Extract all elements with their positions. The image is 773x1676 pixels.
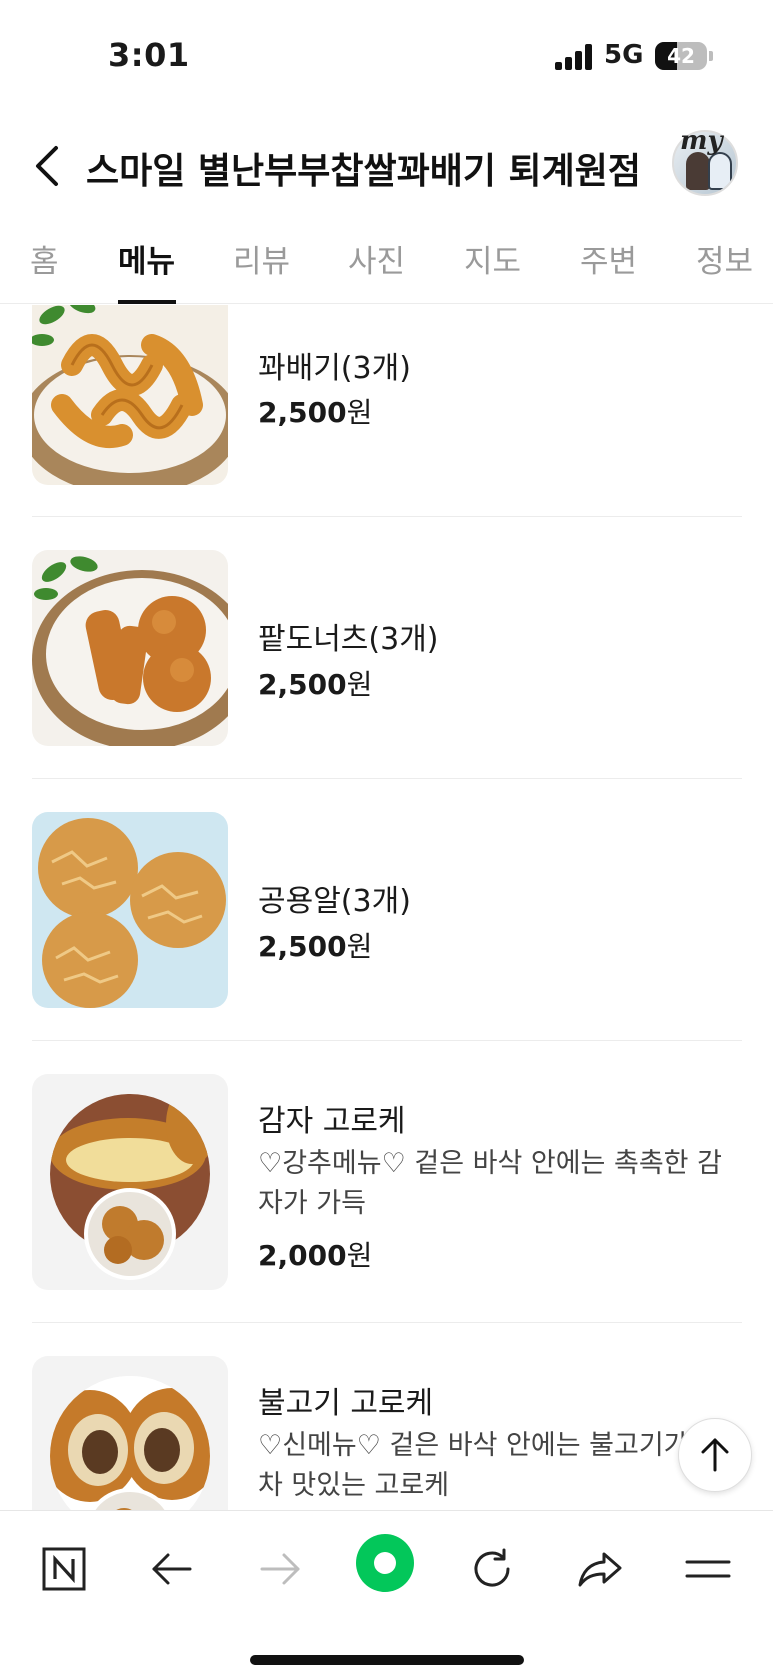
battery-icon: 42 xyxy=(655,42,707,70)
arrow-left-icon xyxy=(152,1553,192,1585)
arrow-right-icon xyxy=(260,1553,300,1585)
potato-croquette-photo xyxy=(32,1074,228,1290)
tab-bar: 홈 메뉴 리뷰 사진 지도 주변 정보 xyxy=(0,228,773,304)
signal-strength-icon xyxy=(555,44,595,70)
arrow-up-icon xyxy=(701,1438,729,1472)
menu-item-price: 2,000원 xyxy=(258,1239,373,1272)
menu-list[interactable]: 꽈배기(3개) 2,500원 팥도너츠(3개) 2,500원 공용알(3개) 2… xyxy=(0,305,773,1510)
menu-item-name: 꽈배기(3개) xyxy=(258,351,411,386)
bulgogi-croquette-photo xyxy=(32,1356,228,1510)
status-time: 3:01 xyxy=(108,36,190,74)
menu-button[interactable] xyxy=(680,1541,736,1597)
menu-item-price: 2,500원 xyxy=(258,668,373,701)
place-header: 스마일 별난부부찹쌀꽈배기 퇴계원점 my xyxy=(0,120,773,210)
tab-review[interactable]: 리뷰 xyxy=(233,236,290,281)
menu-item-name: 불고기 고로케 xyxy=(258,1386,434,1421)
browser-back-button[interactable] xyxy=(144,1541,200,1597)
status-bar: 3:01 5G 42 xyxy=(0,0,773,110)
menu-item-name: 팥도너츠(3개) xyxy=(258,622,439,657)
share-button[interactable] xyxy=(572,1541,628,1597)
hamburger-menu-icon xyxy=(685,1560,731,1578)
network-type: 5G xyxy=(604,40,644,70)
refresh-icon xyxy=(474,1548,510,1587)
menu-item-price: 2,500원 xyxy=(258,930,373,963)
twisted-donut-photo xyxy=(32,305,228,485)
menu-item-name: 감자 고로케 xyxy=(258,1104,406,1139)
page-title: 스마일 별난부부찹쌀꽈배기 퇴계원점 xyxy=(86,151,641,192)
menu-item-description: ♡신메뉴♡ 겉은 바삭 안에는 불고기가 득차 맛있는 고로케 xyxy=(258,1430,722,1501)
round-bread-photo xyxy=(32,812,228,1008)
green-dot-icon xyxy=(356,1534,414,1592)
menu-item-description: ♡강추메뉴♡ 겉은 바삭 안에는 촉촉한 감자가 가득 xyxy=(258,1148,722,1219)
share-icon xyxy=(578,1552,622,1587)
tab-home[interactable]: 홈 xyxy=(30,236,59,281)
tab-photo[interactable]: 사진 xyxy=(348,236,405,281)
green-dot-button[interactable] xyxy=(355,1533,415,1593)
browser-forward-button[interactable] xyxy=(252,1541,308,1597)
menu-item[interactable]: 팥도너츠(3개) 2,500원 xyxy=(32,517,742,779)
menu-item[interactable]: 공용알(3개) 2,500원 xyxy=(32,779,742,1041)
home-indicator xyxy=(250,1655,524,1665)
battery-tip xyxy=(709,51,713,61)
tab-nearby[interactable]: 주변 xyxy=(580,236,637,281)
avatar-my-label: my xyxy=(680,126,723,156)
menu-item[interactable]: 불고기 고로케 ♡신메뉴♡ 겉은 바삭 안에는 불고기가 득차 맛있는 고로케 xyxy=(32,1323,742,1510)
tab-info[interactable]: 정보 xyxy=(696,236,753,281)
menu-item-name: 공용알(3개) xyxy=(258,884,411,919)
scroll-to-top-button[interactable] xyxy=(678,1418,752,1492)
chevron-left-icon xyxy=(36,146,58,186)
menu-item[interactable]: 꽈배기(3개) 2,500원 xyxy=(32,305,742,517)
battery-percent: 42 xyxy=(667,44,695,68)
menu-item-price: 2,500원 xyxy=(258,396,373,429)
tab-map[interactable]: 지도 xyxy=(464,236,521,281)
menu-item[interactable]: 감자 고로케 ♡강추메뉴♡ 겉은 바삭 안에는 촉촉한 감자가 가득 2,000… xyxy=(32,1041,742,1323)
browser-toolbar xyxy=(0,1510,773,1676)
refresh-button[interactable] xyxy=(464,1541,520,1597)
back-button[interactable] xyxy=(26,138,66,194)
naver-n-icon xyxy=(42,1547,86,1591)
active-tab-indicator xyxy=(118,300,176,304)
naver-home-button[interactable] xyxy=(36,1541,92,1597)
tab-menu[interactable]: 메뉴 xyxy=(118,236,175,281)
red-bean-donut-photo xyxy=(32,550,228,746)
